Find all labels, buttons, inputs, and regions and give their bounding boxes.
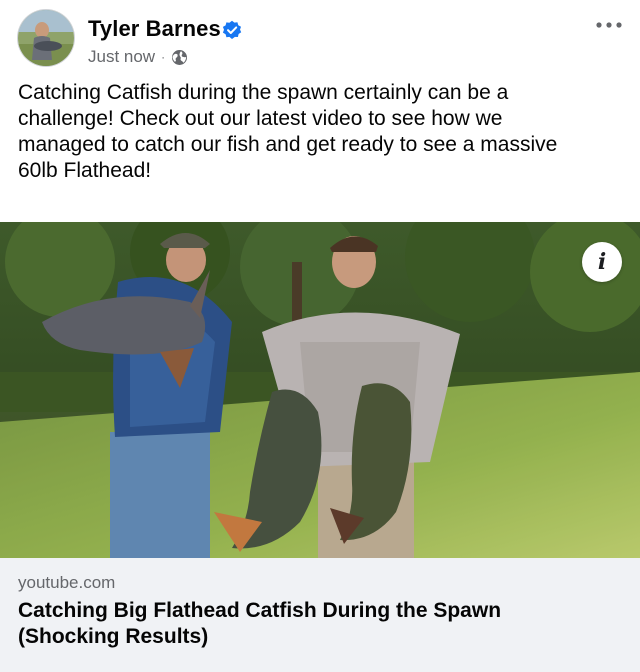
meta-separator: · [161, 50, 166, 64]
avatar[interactable] [18, 10, 74, 66]
more-options-button[interactable] [592, 12, 626, 38]
post-header: Tyler Barnes Just now · [0, 0, 640, 72]
link-preview-image[interactable] [0, 222, 640, 558]
link-title[interactable]: Catching Big Flathead Catfish During the… [18, 598, 618, 650]
post-timestamp[interactable]: Just now [88, 47, 155, 67]
info-icon: i [597, 249, 607, 275]
info-button[interactable]: i [582, 242, 622, 282]
post-text: Catching Catfish during the spawn certai… [18, 81, 558, 182]
link-domain[interactable]: youtube.com [18, 573, 115, 593]
more-horizontal-icon [596, 22, 622, 28]
globe-icon [171, 49, 188, 66]
author-name[interactable]: Tyler Barnes [88, 16, 221, 42]
post-meta: Just now · [88, 47, 188, 67]
verified-badge-icon [222, 20, 242, 40]
